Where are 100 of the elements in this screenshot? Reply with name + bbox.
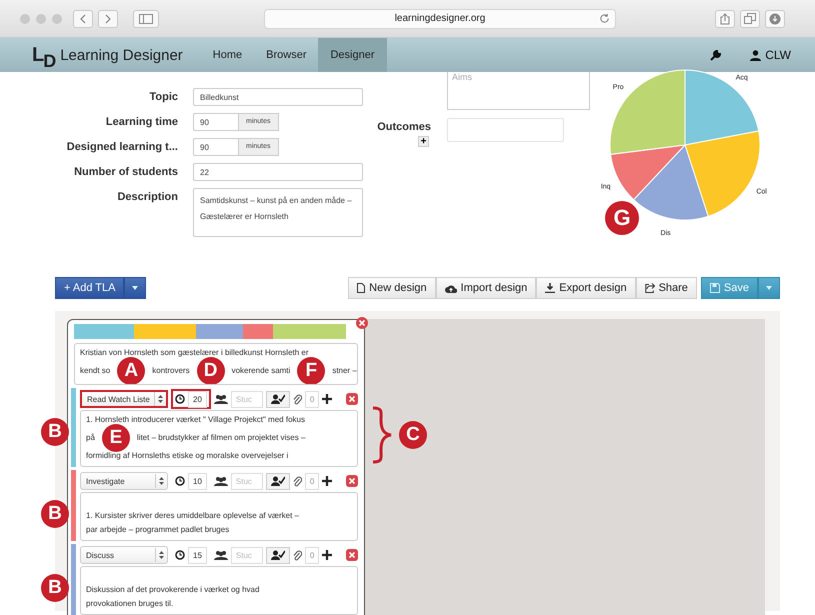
input-field[interactable]: 22: [193, 163, 363, 181]
close-button[interactable]: [356, 317, 368, 329]
add-outcome-button[interactable]: +: [418, 136, 429, 147]
toolbar-button[interactable]: New design: [348, 277, 436, 299]
paperclip-icon[interactable]: [292, 476, 302, 486]
activity-description-field[interactable]: 1. Hornsleth introducerer værket " Village Projekct" med fokus på E litet – brudstykker af filmen om projektet vises – formidling af Hornsleths etiske og moralske overvejelser i: [80, 410, 358, 467]
tla-description-field[interactable]: Kristian von Hornsleth som gæstelærer i billedkunst Hornsleth er kendt so A kontrovers D vokerende samti F stner –: [74, 343, 358, 385]
address-field[interactable]: learningdesigner.org: [264, 8, 616, 28]
delete-button[interactable]: [346, 475, 358, 487]
field-label: Designed learning t...: [66, 140, 178, 155]
annotation-marker: F: [297, 357, 326, 384]
assign-button[interactable]: [266, 472, 290, 490]
person-check-icon: [270, 550, 285, 560]
annotation-marker: A: [117, 357, 146, 384]
toolbar-button[interactable]: Export design: [536, 277, 636, 299]
field-label: Learning time: [104, 115, 178, 130]
toolbar-button[interactable]: Share: [636, 277, 697, 299]
time-field[interactable]: 10: [188, 472, 207, 490]
forward-button[interactable]: [98, 10, 118, 28]
wrench-icon[interactable]: [710, 49, 722, 61]
activity-text: formidling af Hornsleths etiske og moralske overvejelser i: [86, 450, 288, 462]
add-tla-button[interactable]: + Add TLA: [55, 277, 124, 299]
clock-icon: [175, 394, 185, 404]
reload-icon[interactable]: [599, 13, 610, 24]
resource-count: 0: [304, 546, 320, 564]
annotation-marker: B: [41, 418, 69, 446]
document-icon: [357, 283, 366, 293]
plus-icon[interactable]: [322, 394, 332, 404]
activity-text: litet – brudstykker af filmen om projektet vises –: [136, 432, 306, 444]
activity-text: Diskussion af det provokerende i værket og hvad: [86, 584, 260, 596]
nav-link[interactable]: Designer: [318, 38, 387, 72]
assign-button[interactable]: [266, 390, 290, 408]
caret-icon: [766, 286, 772, 290]
field-label: Outcomes: [377, 120, 431, 135]
updown-icon: [158, 395, 163, 403]
activity-type-select[interactable]: Read Watch Liste: [80, 390, 168, 408]
input-field[interactable]: 90: [193, 138, 239, 156]
nav-link[interactable]: Browser: [254, 38, 318, 72]
close-icon: [348, 477, 356, 485]
group-icon: [214, 476, 228, 486]
activity-text: par arbejde – programmet padlet bruges: [86, 524, 230, 536]
download-icon: [769, 12, 781, 24]
time-field[interactable]: 20: [188, 390, 207, 408]
sidebar-icon: [139, 14, 153, 24]
group-icon: [214, 394, 228, 404]
field-label: Topic: [148, 90, 178, 105]
download-button[interactable]: [765, 10, 785, 28]
input-field[interactable]: 90: [193, 113, 239, 131]
updown-icon: [159, 551, 164, 559]
field-label: Description: [116, 190, 178, 205]
caret-icon: [132, 286, 138, 290]
delete-button[interactable]: [346, 549, 358, 561]
close-icon: [348, 551, 356, 559]
tabs-icon: [744, 13, 756, 24]
plus-icon[interactable]: [322, 550, 332, 560]
floppy-icon: [710, 283, 720, 293]
close-icon: [348, 395, 356, 403]
cloud-upload-icon: [444, 284, 457, 292]
description-field[interactable]: Samtidskunst – kunst på en anden måde – Gæstelærer er Hornsleth: [193, 188, 363, 237]
activity-description-field[interactable]: 1. Kursister skriver deres umiddelbare oplevelse af værket – par arbejde – programmet padlet bruges: [80, 492, 358, 541]
annotation-marker: D: [196, 357, 225, 384]
outcome-field[interactable]: [447, 118, 564, 142]
paperclip-icon[interactable]: [292, 550, 302, 560]
clock-icon: [175, 476, 185, 486]
description-text: kendt so: [80, 365, 110, 377]
share-icon: [644, 283, 655, 293]
activity-text: på: [86, 432, 95, 444]
dropdown-button[interactable]: [124, 277, 146, 299]
brand-name[interactable]: Learning Designer: [60, 46, 183, 64]
annotation-marker: B: [41, 574, 69, 602]
chevron-left-icon: [79, 14, 87, 24]
delete-button[interactable]: [346, 393, 358, 405]
clock-icon: [175, 550, 185, 560]
download-icon: [545, 283, 556, 293]
toolbar-button[interactable]: Import design: [436, 277, 536, 299]
annotation-marker: G: [605, 201, 639, 235]
tabs-button[interactable]: [740, 10, 760, 28]
nav-link[interactable]: Home: [200, 38, 254, 72]
annotation-marker: E: [102, 424, 130, 452]
activity-text: provokationen bruges til.: [86, 598, 174, 610]
activity-type-select[interactable]: Discuss: [80, 546, 168, 564]
plus-icon[interactable]: [322, 476, 332, 486]
paperclip-icon[interactable]: [292, 394, 302, 404]
activity-text: 1. Kursister skriver deres umiddelbare oplevelse af værket –: [86, 510, 299, 522]
activity-type-select[interactable]: Investigate: [80, 472, 168, 490]
user-menu[interactable]: CLW: [750, 48, 791, 62]
resource-count: 0: [304, 472, 320, 490]
sidebar-button[interactable]: [133, 10, 159, 28]
resource-count: 0: [304, 390, 320, 408]
input-field[interactable]: Billedkunst: [193, 88, 363, 106]
updown-icon: [159, 477, 164, 485]
annotation-marker: B: [41, 500, 69, 528]
time-field[interactable]: 15: [188, 546, 207, 564]
brace-annotation: [371, 406, 393, 464]
activity-description-field[interactable]: Diskussion af det provokerende i værket og hvad provokationen bruges til.: [80, 566, 358, 615]
person-check-icon: [270, 476, 285, 486]
back-button[interactable]: [73, 10, 93, 28]
share-button[interactable]: [715, 10, 735, 28]
description-text: vokerende samti: [232, 365, 290, 377]
assign-button[interactable]: [266, 546, 290, 564]
